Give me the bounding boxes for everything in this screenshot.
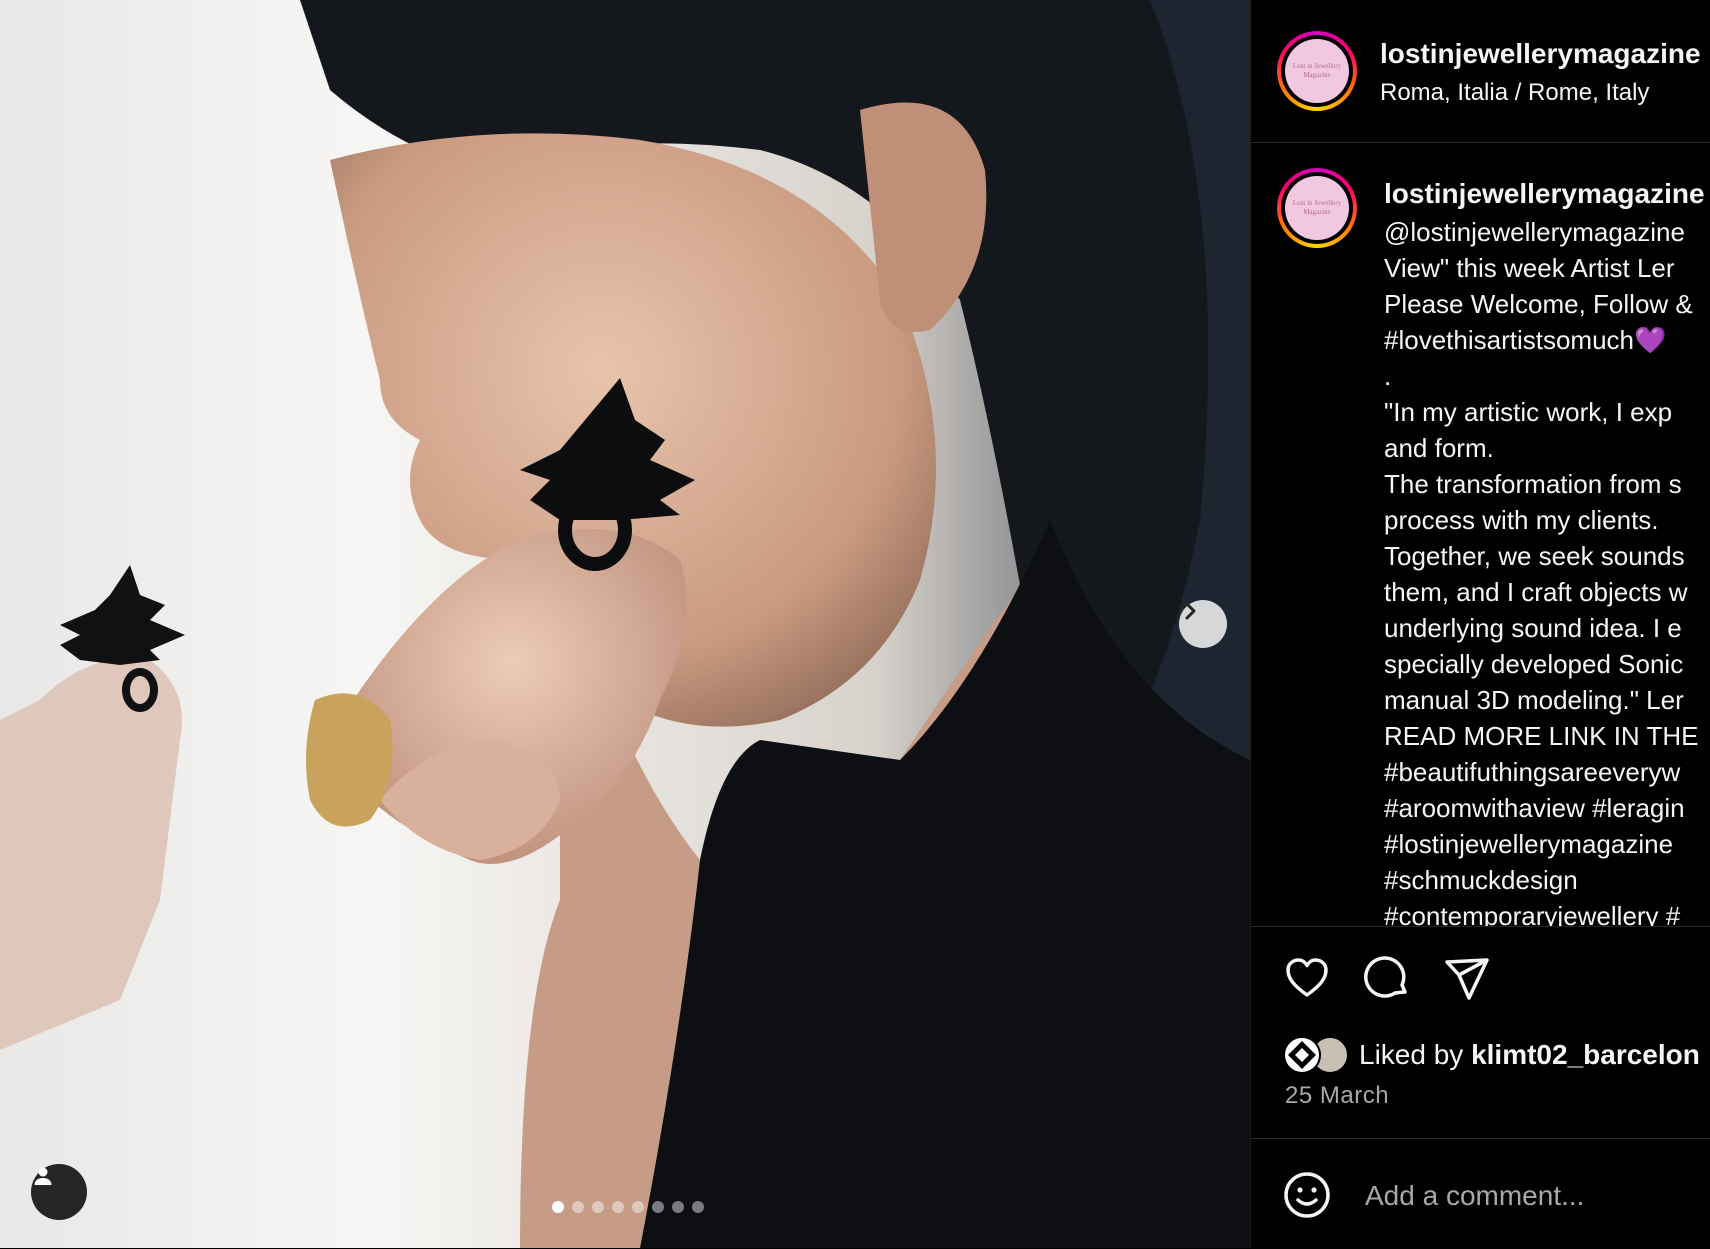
carousel-dot xyxy=(652,1201,664,1213)
heart-icon xyxy=(1286,958,1328,997)
caption-line[interactable]: @lostinjewellerymagazine xyxy=(1384,214,1698,250)
caption-hashtag[interactable]: #contemporaryjewellery # xyxy=(1384,898,1698,926)
carousel-dot xyxy=(672,1201,684,1213)
caption-line: process with my clients. xyxy=(1384,505,1659,535)
liker-avatar xyxy=(1283,1036,1321,1074)
caption-hashtag[interactable]: #schmuckdesign xyxy=(1384,862,1698,898)
caption-text: @lostinjewellerymagazine View" this week… xyxy=(1384,214,1699,926)
carousel-dot xyxy=(572,1201,584,1213)
carousel-dot xyxy=(552,1201,564,1213)
caption-line[interactable]: #lovethisartistsomuch💜 xyxy=(1384,322,1698,358)
caption-line: them, and I craft objects w xyxy=(1384,577,1688,607)
caption-line: Please Welcome, Follow & xyxy=(1384,289,1693,319)
caption-hashtag[interactable]: #beautifuthingsareeveryw xyxy=(1384,754,1698,790)
caption-hashtag[interactable]: #lostinjewellerymagazine xyxy=(1384,826,1698,862)
comment-icon xyxy=(1364,956,1407,998)
chevron-right-icon xyxy=(1185,602,1196,620)
caption-line: Together, we seek sounds xyxy=(1384,541,1685,571)
caption-line: View" this week Artist Ler xyxy=(1384,253,1675,283)
emoji-icon xyxy=(1284,1172,1330,1218)
caption-line: and form. xyxy=(1384,433,1494,463)
caption-line: specially developed Sonic xyxy=(1384,649,1684,679)
header-location[interactable]: Roma, Italia / Rome, Italy xyxy=(1380,79,1649,107)
carousel-dot xyxy=(692,1201,704,1213)
user-tag-icon xyxy=(34,1167,52,1185)
caption-username[interactable]: lostinjewellerymagazine xyxy=(1384,178,1705,210)
header-avatar[interactable]: Lost in Jewellery Magazine xyxy=(1277,31,1357,111)
post-date[interactable]: 25 March xyxy=(1285,1082,1389,1110)
emoji-button[interactable] xyxy=(1281,1169,1333,1221)
liker-username[interactable]: klimt02_barcelon xyxy=(1471,1039,1700,1070)
caption-avatar[interactable]: Lost in Jewellery Magazine xyxy=(1277,168,1357,248)
caption-line: "In my artistic work, I exp xyxy=(1384,397,1673,427)
comment-bar xyxy=(1251,1138,1710,1249)
caption-line: . xyxy=(1384,361,1392,391)
carousel-dot xyxy=(632,1201,644,1213)
post-actions xyxy=(1281,952,1493,1004)
carousel-indicator xyxy=(552,1201,704,1213)
caption-line: READ MORE LINK IN THE xyxy=(1384,721,1699,751)
post-header: Lost in Jewellery Magazine lostinjewelle… xyxy=(1251,0,1710,143)
avatar-logo: Lost in Jewellery Magazine xyxy=(1285,176,1349,240)
share-icon xyxy=(1445,958,1489,1000)
carousel-next-button[interactable] xyxy=(1179,600,1227,648)
caption-hashtag[interactable]: #aroomwithaview #leragin xyxy=(1384,790,1698,826)
diamond-logo-icon xyxy=(1288,1041,1316,1069)
caption-line: underlying sound idea. I e xyxy=(1384,613,1682,643)
like-button[interactable] xyxy=(1281,952,1333,1004)
avatar-logo: Lost in Jewellery Magazine xyxy=(1285,39,1349,103)
caption-line: The transformation from s xyxy=(1384,469,1682,499)
caption-scroll-area[interactable]: Lost in Jewellery Magazine lostinjewelle… xyxy=(1251,142,1710,927)
liked-by[interactable]: Liked by klimt02_barcelon xyxy=(1283,1036,1700,1074)
caption-line: manual 3D modeling." Ler xyxy=(1384,685,1684,715)
header-username[interactable]: lostinjewellerymagazine xyxy=(1380,38,1701,70)
share-button[interactable] xyxy=(1441,952,1493,1004)
carousel-dot xyxy=(612,1201,624,1213)
carousel-dot xyxy=(592,1201,604,1213)
tagged-users-button[interactable] xyxy=(31,1164,87,1220)
photo-illustration xyxy=(0,0,1250,1248)
comment-input[interactable] xyxy=(1363,1167,1697,1225)
post-side-panel: Lost in Jewellery Magazine lostinjewelle… xyxy=(1250,0,1710,1248)
post-photo[interactable] xyxy=(0,0,1250,1248)
comment-button[interactable] xyxy=(1361,952,1413,1004)
